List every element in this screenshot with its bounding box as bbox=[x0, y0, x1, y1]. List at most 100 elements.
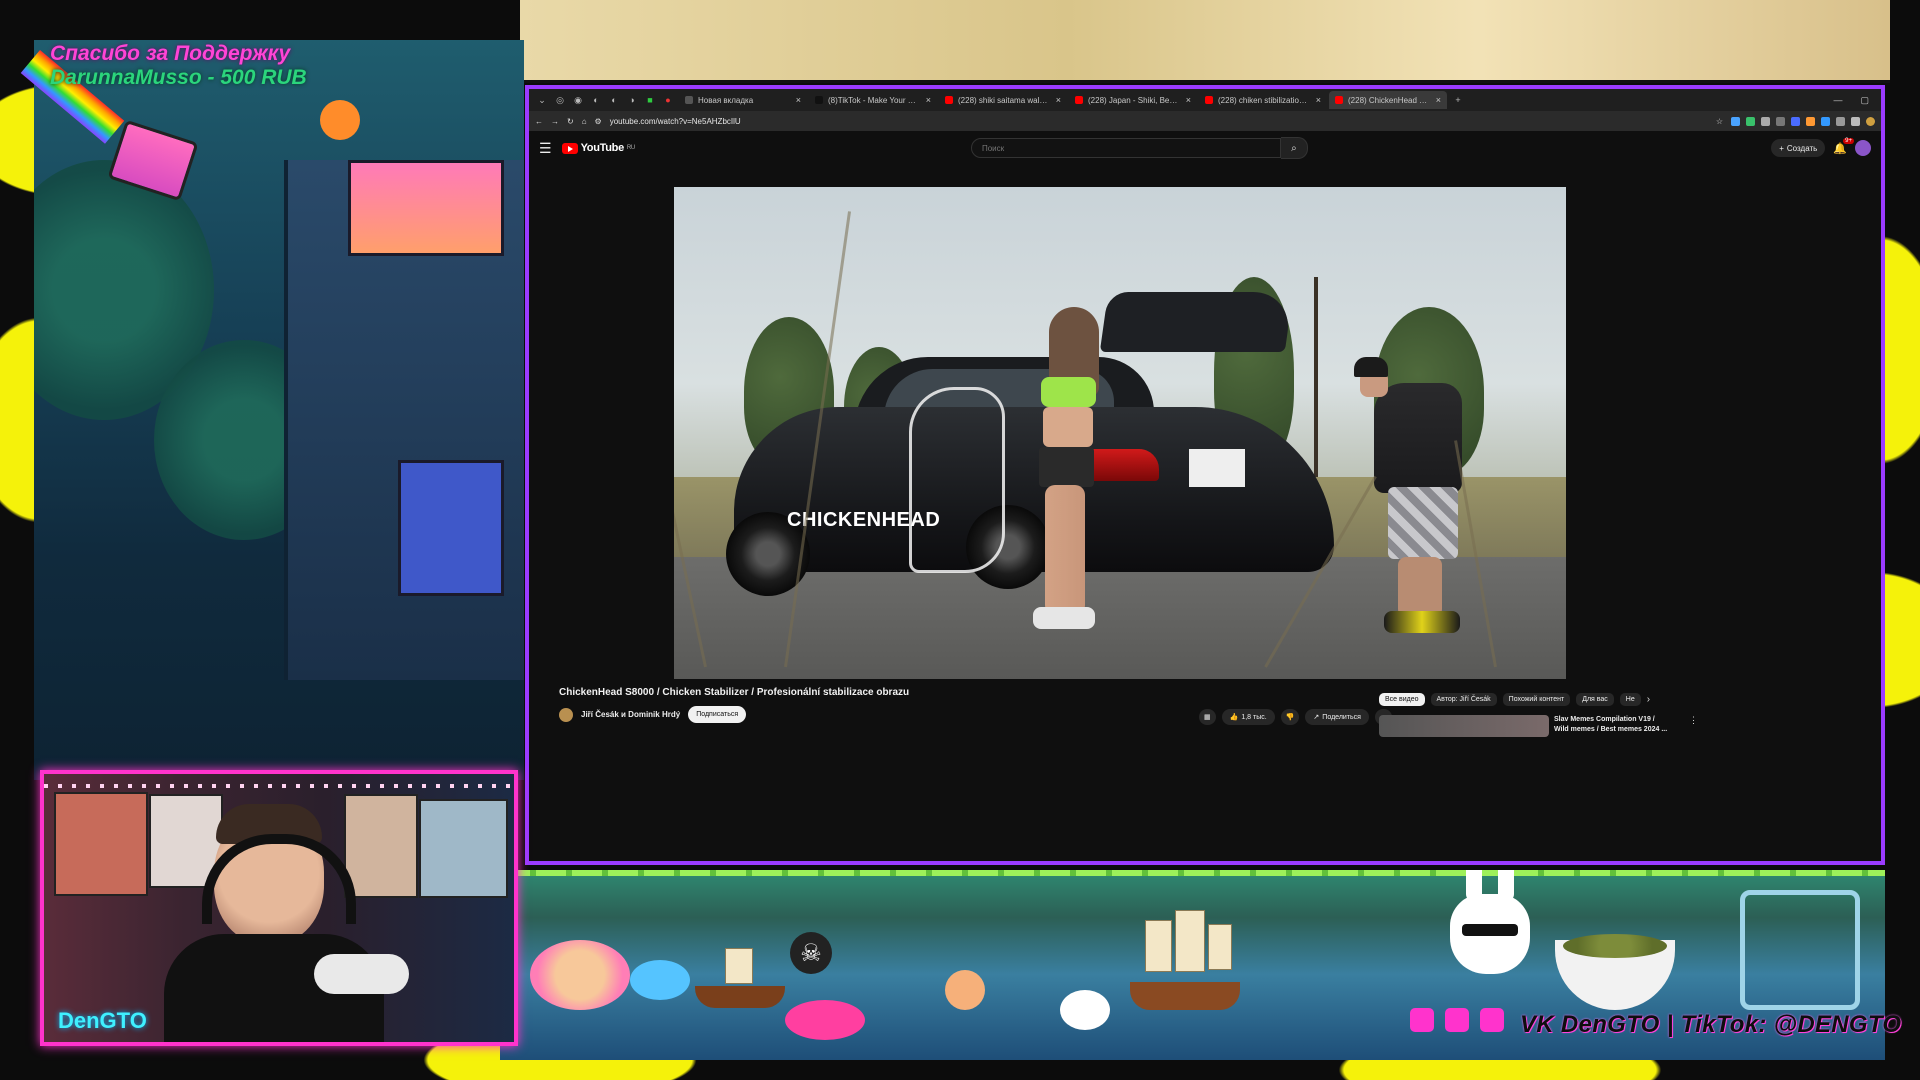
fairy-lights bbox=[44, 784, 514, 788]
browser-tab[interactable]: (228) Japan - Shiki, Bedroom tu × bbox=[1069, 91, 1197, 109]
close-tab-icon[interactable]: × bbox=[796, 95, 801, 105]
filter-chip[interactable]: Все видео bbox=[1379, 693, 1425, 706]
rooster-logo bbox=[909, 387, 1005, 573]
video-info: ChickenHead S8000 / Chicken Stabilizer /… bbox=[559, 687, 1861, 837]
save-icon[interactable]: ▦ bbox=[1199, 709, 1216, 725]
star-icon[interactable]: ☆ bbox=[1716, 117, 1723, 126]
recommended-thumbnail[interactable] bbox=[1379, 715, 1549, 737]
extension-icon[interactable]: ◑ bbox=[625, 93, 639, 107]
browser-tab[interactable]: (228) shiki saitama walking - Yo × bbox=[939, 91, 1067, 109]
blue-window bbox=[398, 460, 504, 596]
close-tab-icon[interactable]: × bbox=[1186, 95, 1191, 105]
browser-tab[interactable]: (8)TikTok - Make Your Day × bbox=[809, 91, 937, 109]
extension-icon[interactable] bbox=[1776, 116, 1785, 126]
notifications-button[interactable]: 🔔 9+ bbox=[1833, 137, 1854, 155]
browser-tab[interactable]: (228) ChickenHead S8000 / × bbox=[1329, 91, 1447, 109]
url-field[interactable]: youtube.com/watch?v=Ne5AHZbcIlU bbox=[610, 117, 1708, 126]
lit-window bbox=[348, 160, 504, 256]
back-icon[interactable]: ← bbox=[535, 117, 543, 126]
youtube-logo-text: YouTube bbox=[580, 142, 625, 154]
recommended-title[interactable]: Slav Memes Compilation V19 / Wild memes … bbox=[1554, 715, 1684, 737]
wall-poster bbox=[344, 794, 418, 898]
microphone-icon bbox=[314, 954, 409, 994]
site-info-icon[interactable]: ⚙ bbox=[595, 117, 602, 126]
chevron-right-icon[interactable]: › bbox=[1647, 694, 1650, 705]
browser-tab[interactable]: (228) chiken stibilization - YouTu × bbox=[1199, 91, 1327, 109]
overlay-top-decoration bbox=[520, 0, 1890, 83]
webcam-feed: DenGTO bbox=[40, 770, 518, 1046]
share-icon: ↗ bbox=[1313, 714, 1320, 721]
tab-list: Новая вкладка × (8)TikTok - Make Your Day ×… bbox=[679, 91, 1447, 109]
recommended-title-line: Slav Memes Compilation V19 / bbox=[1554, 716, 1655, 723]
extension-icon[interactable]: ◎ bbox=[553, 93, 567, 107]
maximize-icon[interactable]: ▢ bbox=[1860, 95, 1869, 106]
soup-bowl-icon bbox=[1555, 934, 1675, 1010]
wall-poster bbox=[419, 799, 508, 898]
extension-icon[interactable] bbox=[1806, 116, 1815, 126]
forward-icon[interactable]: → bbox=[551, 117, 559, 126]
left-scene-background bbox=[34, 40, 524, 780]
tab-favicon-icon bbox=[1335, 96, 1343, 104]
channel-avatar[interactable] bbox=[559, 707, 573, 722]
extension-icon[interactable] bbox=[1821, 116, 1830, 126]
close-tab-icon[interactable]: × bbox=[1316, 95, 1321, 105]
close-tab-icon[interactable]: × bbox=[1056, 95, 1061, 105]
menu-icon[interactable]: ☰ bbox=[539, 140, 552, 157]
lamp-post bbox=[1314, 277, 1318, 477]
recommended-video[interactable]: Slav Memes Compilation V19 / Wild memes … bbox=[1379, 715, 1698, 737]
dislike-button[interactable]: 👎 bbox=[1280, 709, 1300, 725]
channel-name[interactable]: Jiří Česák и Dominik Hrdý bbox=[581, 710, 680, 719]
tab-title: (228) shiki saitama walking - Yo bbox=[958, 95, 1051, 105]
extension-icon[interactable]: ◉ bbox=[571, 93, 585, 107]
close-tab-icon[interactable]: × bbox=[926, 95, 931, 105]
extension-icon[interactable] bbox=[1836, 116, 1845, 126]
search-input[interactable] bbox=[970, 138, 1281, 158]
extension-icon[interactable]: ◐ bbox=[589, 93, 603, 107]
pirate-ship-icon bbox=[695, 948, 785, 1008]
new-tab-button[interactable]: + bbox=[1451, 93, 1465, 107]
extension-icon[interactable]: ◐ bbox=[607, 93, 621, 107]
reload-icon[interactable]: ↻ bbox=[567, 117, 574, 126]
minimize-icon[interactable]: — bbox=[1833, 95, 1842, 106]
kebab-menu-icon[interactable]: ⋮ bbox=[1689, 715, 1698, 737]
subscribe-button[interactable]: Подписаться bbox=[688, 706, 747, 723]
filter-chip[interactable]: Похожий контент bbox=[1502, 693, 1571, 706]
home-icon[interactable]: ⌂ bbox=[582, 117, 587, 126]
video-player[interactable]: CHICKENHEAD bbox=[674, 187, 1566, 679]
share-button[interactable]: ↗ Поделиться bbox=[1305, 709, 1369, 725]
close-tab-icon[interactable]: × bbox=[1436, 95, 1441, 105]
extension-icon[interactable] bbox=[1746, 116, 1755, 126]
recommendation-chips: Все видео Автор: Jiří Česák Похожий контен… bbox=[1379, 693, 1650, 706]
donation-alert: Спасибо за Поддержку DarunnaMusso - 500 … bbox=[50, 42, 307, 90]
twitch-icon bbox=[1410, 1008, 1434, 1032]
filter-chip[interactable]: Для вас bbox=[1576, 693, 1614, 706]
extension-icon[interactable] bbox=[1791, 116, 1800, 126]
social-links: VK DenGTO | TikTok: @DENGTO bbox=[1410, 1008, 1901, 1039]
youtube-logo[interactable]: YouTube RU bbox=[561, 142, 635, 154]
tab-title: (228) Japan - Shiki, Bedroom tu bbox=[1088, 95, 1181, 105]
extension-icon[interactable]: ● bbox=[661, 93, 675, 107]
chip-list: Все видео Автор: Jiří Česák Похожий контен… bbox=[1379, 693, 1641, 706]
account-avatar[interactable] bbox=[1855, 140, 1871, 156]
cat-float-icon bbox=[530, 940, 630, 1010]
surfer-icon bbox=[945, 970, 985, 1010]
like-icon: 👍 bbox=[1229, 714, 1239, 721]
like-button[interactable]: 👍 1,8 тыс. bbox=[1221, 709, 1275, 725]
tab-search-icon[interactable]: ⌄ bbox=[535, 93, 549, 107]
extension-icon[interactable] bbox=[1851, 116, 1860, 126]
man-figure bbox=[1354, 357, 1464, 637]
youtube-play-icon bbox=[561, 142, 578, 154]
extension-icon[interactable]: ■ bbox=[643, 93, 657, 107]
extension-icon[interactable] bbox=[1731, 116, 1740, 126]
filter-chip[interactable]: Автор: Jiří Česák bbox=[1430, 693, 1497, 706]
filter-chip[interactable]: Не bbox=[1619, 693, 1641, 706]
extension-icon[interactable] bbox=[1761, 116, 1770, 126]
car-decal-text: CHICKENHEAD bbox=[787, 509, 941, 531]
profile-icon[interactable] bbox=[1866, 116, 1875, 126]
bunny-sunglasses-icon bbox=[1450, 870, 1530, 974]
extensions-bar bbox=[1731, 116, 1875, 126]
create-button[interactable]: + Создать bbox=[1771, 139, 1826, 157]
browser-tab[interactable]: Новая вкладка × bbox=[679, 91, 807, 109]
search-icon[interactable]: ⌕ bbox=[1280, 137, 1308, 159]
video-actions: ▦ 👍 1,8 тыс. 👎 ↗ Поделиться ··· bbox=[1199, 709, 1392, 725]
